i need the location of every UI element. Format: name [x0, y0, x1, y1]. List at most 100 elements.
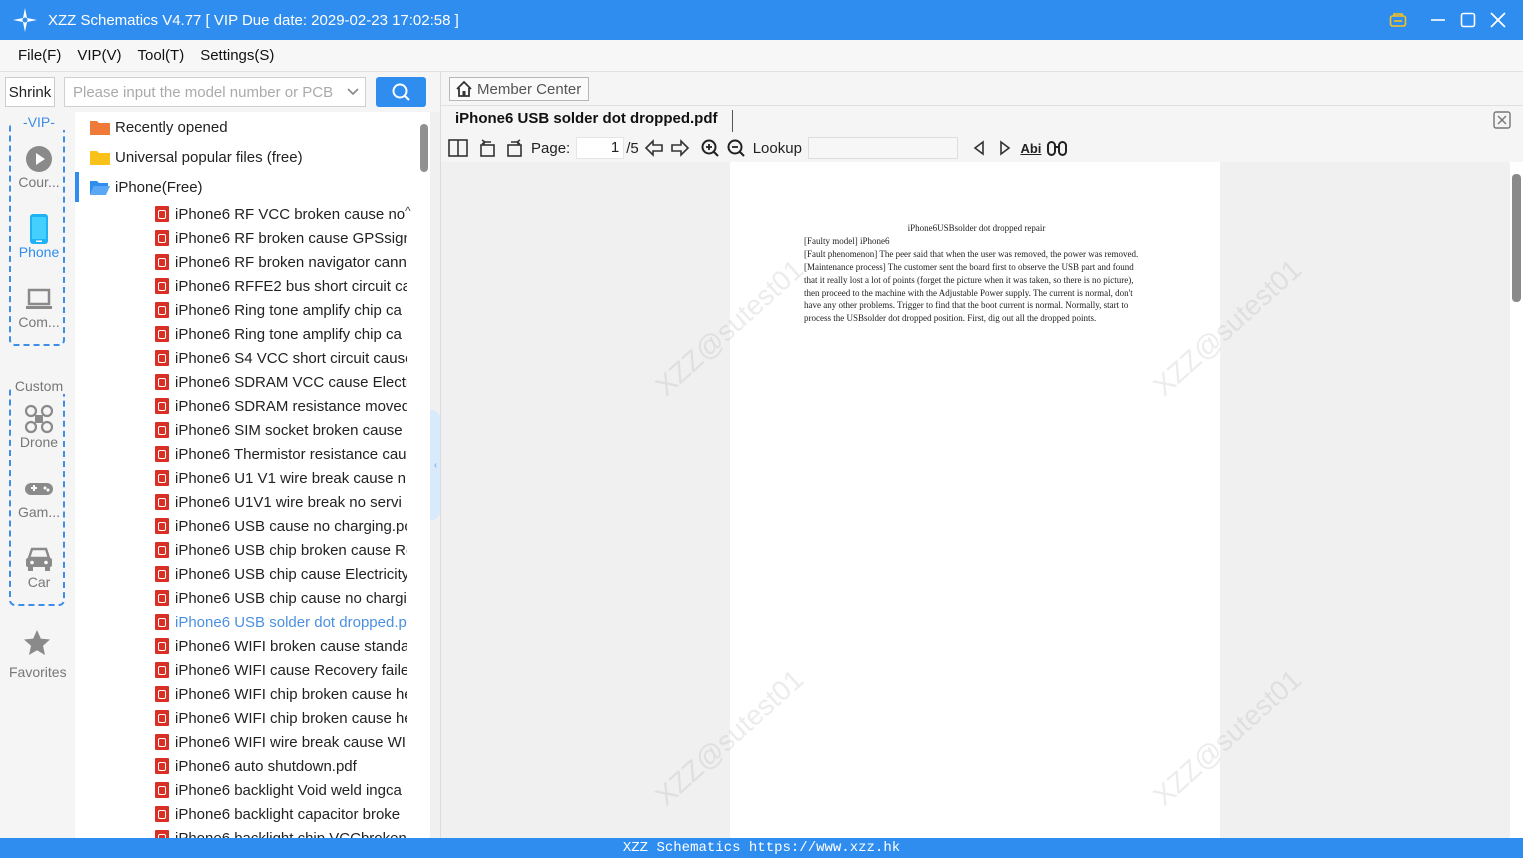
pdf-file-icon — [155, 494, 169, 510]
vip-group-title: -VIP- — [11, 114, 67, 130]
file-name: iPhone6 backlight Void weld ingca — [175, 781, 402, 799]
next-page-icon[interactable] — [667, 135, 693, 161]
folder-iphone-free[interactable]: iPhone(Free) — [75, 172, 417, 202]
file-list-item[interactable]: iPhone6 USB solder dot dropped.p — [155, 610, 407, 634]
folder-icon — [90, 151, 110, 165]
file-list-item[interactable]: iPhone6 RF VCC broken cause no s — [155, 202, 407, 226]
file-list-item[interactable]: iPhone6 RF broken navigator cann — [155, 250, 407, 274]
car-icon — [26, 547, 52, 571]
search-placeholder: Please input the model number or PCB — [73, 83, 334, 101]
maximize-button[interactable] — [1453, 5, 1483, 35]
category-drone[interactable]: Drone — [11, 404, 67, 450]
file-name: iPhone6 WIFI wire break cause WI — [175, 733, 406, 751]
folder-recently-opened[interactable]: Recently opened — [75, 112, 417, 142]
abi-label: Abi — [1020, 140, 1042, 156]
category-games[interactable]: Gam... — [11, 474, 67, 520]
file-list-item[interactable]: iPhone6 SIM socket broken cause — [155, 418, 407, 442]
find-previous-icon[interactable] — [966, 135, 992, 161]
search-button[interactable] — [376, 77, 426, 107]
binoculars-icon[interactable] — [1044, 135, 1070, 161]
file-list-item[interactable]: iPhone6 backlight chip VCCbroken — [155, 826, 407, 838]
file-list-item[interactable]: iPhone6 backlight capacitor broke — [155, 802, 407, 826]
file-list-item[interactable]: iPhone6 RFFE2 bus short circuit cau — [155, 274, 407, 298]
zoom-out-icon[interactable] — [723, 135, 749, 161]
search-row: Shrink Please input the model number or … — [0, 72, 440, 112]
pdf-viewer[interactable]: iPhone6USBsolder dot dropped repair [Fau… — [441, 162, 1510, 838]
file-list-item[interactable]: iPhone6 USB chip cause Electricity — [155, 562, 407, 586]
file-list-item[interactable]: iPhone6 RF broken cause GPSsigna — [155, 226, 407, 250]
file-tree: Recently opened Universal popular files … — [75, 112, 430, 838]
menu-tool[interactable]: Tool(T) — [138, 47, 185, 64]
find-next-icon[interactable] — [992, 135, 1018, 161]
minimize-button[interactable] — [1423, 5, 1453, 35]
pdf-file-icon — [155, 398, 169, 414]
file-name: iPhone6 USB cause no charging.pc — [175, 517, 407, 535]
file-list-item[interactable]: iPhone6 Ring tone amplify chip ca — [155, 298, 407, 322]
document-tab[interactable]: iPhone6 USB solder dot dropped.pdf — [455, 110, 733, 132]
file-name: iPhone6 RF broken cause GPSsigna — [175, 229, 407, 247]
custom-group-title: Custom — [11, 378, 67, 394]
file-list-item[interactable]: iPhone6 USB chip cause no chargi — [155, 586, 407, 610]
folder-icon — [90, 121, 110, 135]
menu-settings[interactable]: Settings(S) — [200, 47, 274, 64]
vip-badge-icon[interactable] — [1383, 5, 1413, 35]
file-list-item[interactable]: iPhone6 Ring tone amplify chip ca — [155, 322, 407, 346]
zoom-in-icon[interactable] — [697, 135, 723, 161]
category-favorites[interactable]: Favorites — [9, 628, 67, 680]
file-list-item[interactable]: iPhone6 U1 V1 wire break cause n — [155, 466, 407, 490]
category-phone[interactable]: Phone — [11, 214, 67, 260]
page-number-input[interactable]: 1 — [576, 137, 625, 159]
viewer-scrollbar[interactable] — [1510, 162, 1523, 838]
category-label: Drone — [19, 434, 59, 450]
two-page-view-icon[interactable] — [445, 135, 471, 161]
pdf-file-icon — [155, 710, 169, 726]
file-list-item[interactable]: iPhone6 WIFI wire break cause WI — [155, 730, 407, 754]
pdf-file-icon — [155, 590, 169, 606]
category-computer[interactable]: Com... — [11, 284, 67, 330]
category-car[interactable]: Car — [11, 544, 67, 590]
pdf-file-icon — [155, 638, 169, 654]
file-name: iPhone6 RF broken navigator cann — [175, 253, 407, 271]
file-name: iPhone6 USB solder dot dropped.p — [175, 613, 407, 631]
menu-file[interactable]: File(F) — [18, 47, 61, 64]
chevron-down-icon[interactable] — [341, 87, 365, 97]
pdf-file-icon — [155, 230, 169, 246]
file-list-item[interactable]: iPhone6 WIFI chip broken cause he — [155, 706, 407, 730]
file-list-item[interactable]: iPhone6 WIFI cause Recovery failed — [155, 658, 407, 682]
file-list-item[interactable]: iPhone6 WIFI chip broken cause he — [155, 682, 407, 706]
page-label: Page: — [531, 139, 571, 157]
file-list-item[interactable]: iPhone6 U1V1 wire break no servi — [155, 490, 407, 514]
file-list-item[interactable]: iPhone6 USB cause no charging.pc — [155, 514, 407, 538]
file-list-item[interactable]: iPhone6 SDRAM resistance moved — [155, 394, 407, 418]
pdf-file-icon — [155, 686, 169, 702]
category-label: Gam... — [17, 504, 60, 520]
close-button[interactable] — [1483, 5, 1513, 35]
caret-up-icon[interactable]: ^ — [405, 204, 411, 218]
file-name: iPhone6 backlight chip VCCbroken — [175, 829, 407, 839]
file-list-item[interactable]: iPhone6 auto shutdown.pdf — [155, 754, 407, 778]
menu-vip[interactable]: VIP(V) — [77, 47, 121, 64]
shrink-button[interactable]: Shrink — [5, 77, 55, 107]
tree-scrollbar[interactable] — [418, 112, 430, 838]
model-search-input[interactable]: Please input the model number or PCB — [64, 77, 366, 107]
file-list-item[interactable]: iPhone6 Thermistor resistance cau — [155, 442, 407, 466]
previous-page-icon[interactable] — [641, 135, 667, 161]
match-case-icon[interactable]: Abi — [1018, 135, 1044, 161]
file-list-item[interactable]: iPhone6 backlight Void weld ingca — [155, 778, 407, 802]
pdf-file-icon — [155, 662, 169, 678]
file-list-item[interactable]: iPhone6 WIFI broken cause standa — [155, 634, 407, 658]
play-circle-icon — [26, 146, 52, 172]
category-courses[interactable]: Cour... — [11, 144, 67, 190]
file-name: iPhone6 USB chip cause no chargi — [175, 589, 407, 607]
file-list-item[interactable]: iPhone6 S4 VCC short circuit cause — [155, 346, 407, 370]
member-center-button[interactable]: Member Center — [449, 77, 589, 101]
close-tab-icon[interactable] — [1493, 111, 1511, 129]
file-list-item[interactable]: iPhone6 SDRAM VCC cause Electri — [155, 370, 407, 394]
lookup-input[interactable] — [807, 137, 958, 159]
rotate-left-icon[interactable] — [475, 135, 501, 161]
rotate-right-icon[interactable] — [501, 135, 527, 161]
file-name: iPhone6 SDRAM resistance moved — [175, 397, 407, 415]
folder-universal-popular[interactable]: Universal popular files (free) — [75, 142, 417, 172]
file-list-item[interactable]: iPhone6 USB chip broken cause Re — [155, 538, 407, 562]
category-label: Cour... — [18, 174, 60, 190]
